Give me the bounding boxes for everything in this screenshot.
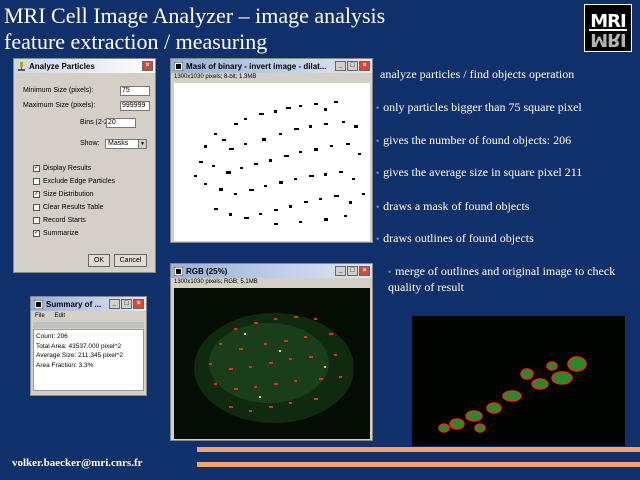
mask-image — [174, 83, 370, 241]
chevron-down-icon: ▼ — [138, 140, 146, 148]
summary-average-size: Average Size: 211.345 pixel^2 — [36, 352, 124, 359]
bullet-text: draws a mask of found objects — [383, 199, 530, 213]
summary-window-titlebar[interactable]: Summary of ... _ □ × — [31, 297, 146, 311]
menu-file[interactable]: File — [35, 311, 45, 322]
checkbox-label: Summarize — [43, 230, 79, 237]
maximize-button[interactable]: □ — [347, 61, 358, 71]
bullet-item: • merge of outlines and original image to… — [388, 264, 638, 295]
mri-logo-reflection: MRI — [590, 29, 626, 50]
checkbox-icon: ✓ — [33, 191, 40, 198]
bullet-dot-icon: • — [388, 267, 392, 277]
minimize-button[interactable]: _ — [335, 266, 346, 276]
summary-table-header — [33, 322, 144, 328]
checkbox-icon: ✓ — [33, 165, 40, 172]
cancel-button[interactable]: Cancel — [114, 254, 147, 267]
summary-total-area: Total Area: 43537.000 pixel^2 — [36, 342, 122, 350]
close-button[interactable]: × — [133, 299, 144, 309]
outline-overlay-image — [412, 316, 625, 446]
close-button[interactable]: × — [359, 266, 370, 276]
rgb-image-info: 1300x1030 pixels; RGB; 5.1MB — [171, 278, 372, 287]
bullet-text: merge of outlines and original image to … — [388, 264, 616, 294]
slide-title-line2: feature extraction / measuring — [4, 29, 268, 54]
menu-edit[interactable]: Edit — [55, 311, 65, 322]
bullet-item: • gives the average size in square pixel … — [376, 165, 582, 181]
rgb-image-window: RGB (25%) _ □ × 1300x1030 pixels; RGB; 5… — [170, 263, 373, 441]
checkbox-display-results[interactable]: ✓ Display Results — [33, 165, 91, 172]
show-label: Show: — [80, 140, 100, 147]
bullet-item: analyze particles / find objects operati… — [380, 67, 574, 82]
checkbox-label: Size Distribution — [43, 191, 94, 198]
checkbox-record-starts[interactable]: Record Starts — [33, 217, 86, 224]
minimize-button[interactable]: _ — [335, 61, 346, 71]
dialog-title: Analyze Particles — [29, 61, 95, 71]
mask-window-title: Mask of binary - invert image - dilat... — [186, 61, 327, 71]
max-size-label: Maximum Size (pixels): — [23, 102, 96, 109]
rgb-window-title: RGB (25%) — [186, 266, 228, 276]
min-size-field[interactable]: 75 — [120, 86, 150, 96]
accent-bar-bottom — [197, 462, 640, 467]
close-button[interactable]: × — [142, 61, 153, 71]
summary-menubar: File Edit — [31, 311, 146, 322]
bullet-text: only particles bigger than 75 square pix… — [383, 100, 582, 114]
checkbox-label: Record Starts — [43, 217, 86, 224]
checkbox-label: Clear Results Table — [43, 204, 104, 211]
slide-title: MRI Cell Image Analyzer – image analysis… — [4, 3, 385, 55]
microscope-icon — [17, 61, 26, 71]
summary-count: Count: 206 — [36, 333, 68, 340]
checkbox-size-distribution[interactable]: ✓ Size Distribution — [33, 191, 94, 198]
show-select-value: Masks — [108, 140, 129, 147]
slide-title-line1: MRI Cell Image Analyzer – image analysis — [4, 3, 386, 28]
checkbox-icon — [33, 178, 40, 185]
mask-image-info: 1300x1030 pixels; 8-bit; 1.3MB — [171, 73, 372, 82]
checkbox-label: Exclude Edge Particles — [43, 178, 115, 185]
minimize-button[interactable]: _ — [109, 299, 120, 309]
footer-email: volker.baecker@mri.cnrs.fr — [12, 457, 143, 469]
imagej-icon — [33, 299, 44, 309]
checkbox-summarize[interactable]: ✓ Summarize — [33, 230, 78, 237]
accent-bar-top — [197, 447, 640, 452]
bullet-dot-icon: • — [376, 136, 380, 146]
bullet-text: gives the average size in square pixel 2… — [383, 165, 583, 179]
maximize-button[interactable]: □ — [121, 299, 132, 309]
checkbox-exclude-edge[interactable]: Exclude Edge Particles — [33, 178, 115, 185]
checkbox-label: Display Results — [43, 165, 92, 172]
imagej-icon — [173, 61, 184, 71]
ok-button[interactable]: OK — [88, 254, 110, 267]
min-size-label: Minimum Size (pixels): — [23, 87, 94, 94]
checkbox-icon — [33, 217, 40, 224]
bullet-dot-icon: • — [376, 234, 380, 244]
rgb-window-titlebar[interactable]: RGB (25%) _ □ × — [171, 264, 372, 278]
bullet-dot-icon: • — [376, 103, 380, 113]
bullet-dot-icon: • — [376, 168, 380, 178]
mri-logo: MRI MRI — [584, 4, 632, 52]
checkbox-icon: ✓ — [33, 230, 40, 237]
maximize-button[interactable]: □ — [347, 266, 358, 276]
mask-window-titlebar[interactable]: Mask of binary - invert image - dilat...… — [171, 59, 372, 73]
close-button[interactable]: × — [359, 61, 370, 71]
bullet-dot-icon: • — [376, 202, 380, 212]
bullet-item: • draws outlines of found objects — [376, 231, 534, 247]
analyze-particles-titlebar[interactable]: Analyze Particles × — [14, 59, 155, 73]
checkbox-icon — [33, 204, 40, 211]
imagej-icon — [173, 266, 184, 276]
summary-area-fraction: Area Fraction: 3.3% — [36, 361, 94, 369]
bullet-item: • only particles bigger than 75 square pi… — [376, 100, 582, 116]
bins-field[interactable]: 20 — [106, 118, 136, 128]
rgb-image — [174, 288, 370, 439]
summary-window: Summary of ... _ □ × File Edit Count: 20… — [30, 296, 147, 396]
analyze-particles-dialog: Analyze Particles × Minimum Size (pixels… — [13, 58, 156, 273]
checkbox-clear-results[interactable]: Clear Results Table — [33, 204, 104, 211]
summary-window-title: Summary of ... — [46, 299, 102, 309]
bullet-item: • gives the number of found objects: 206 — [376, 133, 571, 149]
bullet-text: draws outlines of found objects — [383, 231, 534, 245]
bullet-item: • draws a mask of found objects — [376, 199, 529, 215]
summary-text: Count: 206 Total Area: 43537.000 pixel^2… — [33, 329, 144, 391]
bullet-text: analyze particles / find objects operati… — [380, 67, 575, 81]
bullet-text: gives the number of found objects: 206 — [383, 133, 572, 147]
max-size-field[interactable]: 999999 — [120, 101, 150, 111]
mask-image-window: Mask of binary - invert image - dilat...… — [170, 58, 373, 243]
show-select[interactable]: Masks ▼ — [105, 139, 147, 149]
